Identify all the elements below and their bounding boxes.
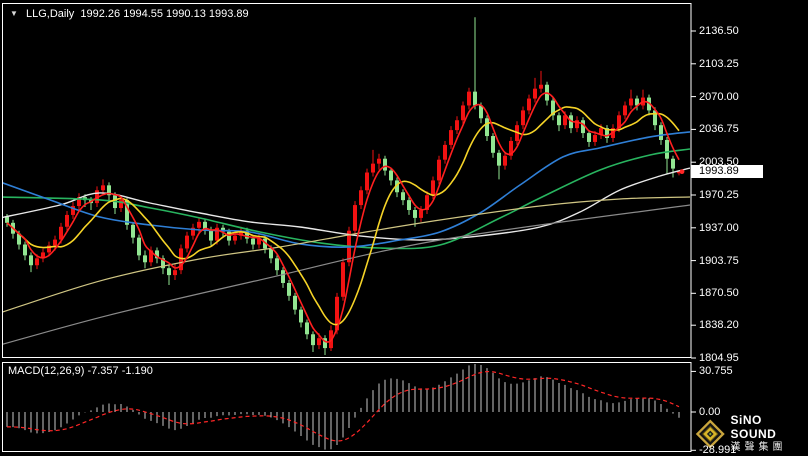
price-axis-label: 1937.00 — [699, 222, 739, 235]
macd-axis-label: -28.991 — [699, 444, 736, 456]
price-axis-label: 2070.00 — [699, 91, 739, 104]
price-axis-label: 2103.25 — [699, 58, 739, 71]
price-axis-label: 1838.20 — [699, 319, 739, 332]
last-price-dot — [680, 169, 685, 174]
collapse-arrow-icon[interactable]: ▼ — [10, 9, 18, 18]
logo-title: SiNO SOUND — [731, 413, 808, 441]
chart-header: ▼ LLG,Daily 1992.26 1994.55 1990.13 1993… — [10, 7, 249, 21]
price-axis-label: 1870.50 — [699, 287, 739, 300]
macd-axis-label: 30.755 — [699, 365, 733, 378]
price-axis-label: 1970.25 — [699, 189, 739, 202]
macd-axis-label: 0.00 — [699, 406, 720, 419]
price-axis-label: 2136.50 — [699, 25, 739, 38]
macd-indicator-label: MACD(12,26,9) -7.357 -1.190 — [8, 365, 153, 378]
ma-white — [0, 168, 690, 240]
ohlc-values: 1992.26 1994.55 1990.13 1993.89 — [80, 8, 248, 20]
logo-subtitle: 漢聲集團 — [731, 441, 808, 454]
price-panel-border — [3, 4, 692, 358]
current-price-tag: 1993.89 — [691, 165, 763, 178]
price-axis-label: 1903.75 — [699, 255, 739, 268]
price-panel — [0, 17, 690, 355]
trading-terminal-window: ▼ LLG,Daily 1992.26 1994.55 1990.13 1993… — [0, 0, 808, 456]
chart-canvas[interactable] — [0, 0, 808, 456]
price-axis-label: 2036.75 — [699, 123, 739, 136]
ma-fast-red — [7, 93, 679, 342]
price-axis-label: 1804.95 — [699, 352, 739, 365]
symbol-timeframe-label: LLG,Daily — [26, 8, 74, 20]
